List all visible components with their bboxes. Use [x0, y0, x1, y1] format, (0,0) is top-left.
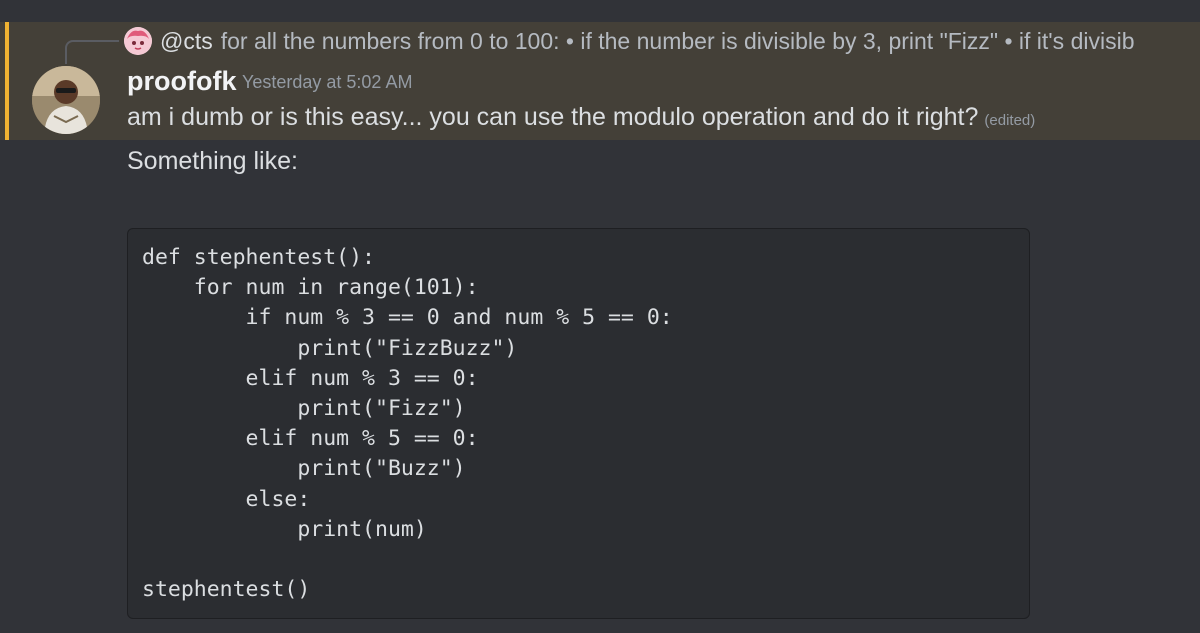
reply-spine: [65, 40, 119, 64]
message-text-second: Something like:: [127, 147, 298, 175]
edited-label: (edited): [984, 112, 1036, 129]
avatar-photo-icon: [32, 66, 100, 134]
code-block[interactable]: def stephentest(): for num in range(101)…: [127, 228, 1030, 619]
reply-avatar-icon: [124, 27, 152, 55]
reply-preview-text[interactable]: for all the numbers from 0 to 100: • if …: [221, 28, 1135, 55]
reply-preview[interactable]: @cts for all the numbers from 0 to 100: …: [124, 26, 1200, 56]
timestamp[interactable]: Yesterday at 5:02 AM: [242, 72, 412, 93]
reply-username[interactable]: @cts: [160, 28, 213, 55]
avatar[interactable]: [32, 66, 100, 134]
mention-bar: [5, 22, 9, 140]
reply-avatar[interactable]: [124, 27, 152, 55]
username[interactable]: proofofk: [127, 66, 236, 97]
code-content[interactable]: def stephentest(): for num in range(101)…: [142, 243, 1015, 605]
message-text: am i dumb or is this easy... you can use…: [127, 103, 979, 131]
message-text-line: am i dumb or is this easy... you can use…: [127, 103, 1035, 132]
